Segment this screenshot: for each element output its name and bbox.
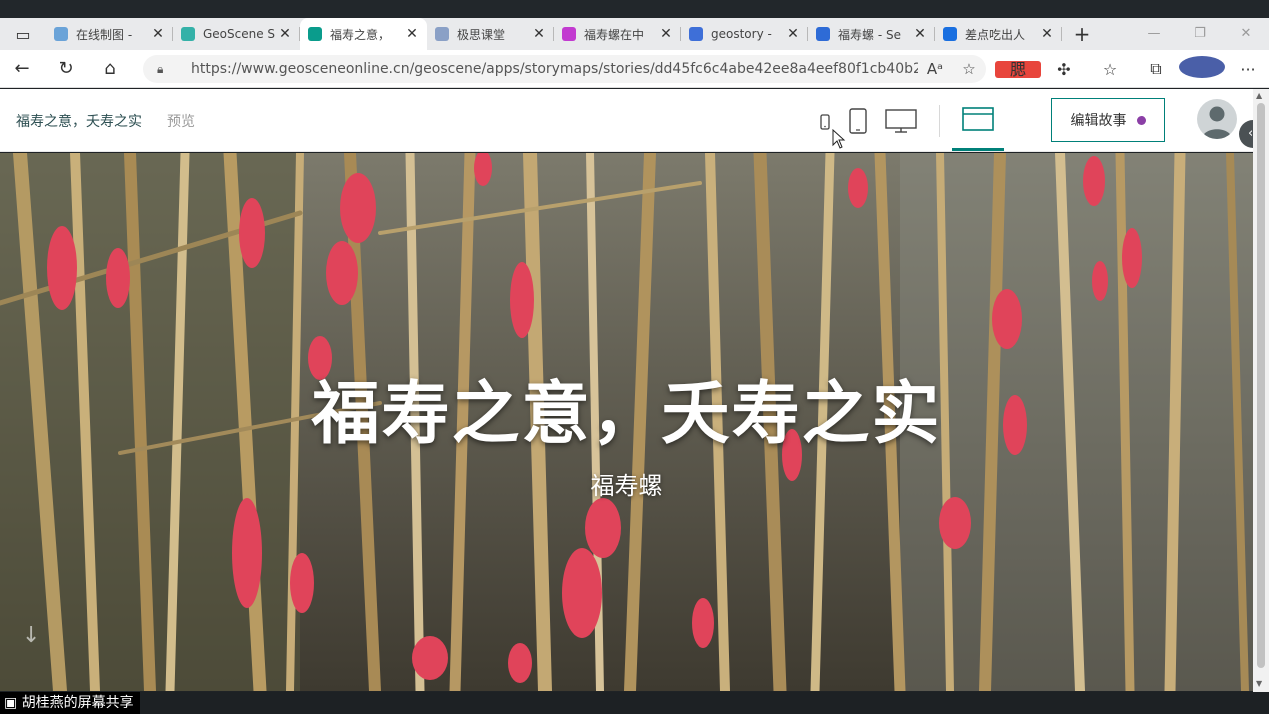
tab-close-icon[interactable]: ✕ — [532, 26, 546, 42]
minimize-icon[interactable]: — — [1131, 18, 1177, 50]
browser-tab-5[interactable]: geostory - ✕ — [681, 18, 808, 50]
tab-favicon-icon — [689, 27, 703, 41]
tab-label: 福寿螺 - Se — [838, 27, 901, 42]
home-icon[interactable]: ⌂ — [88, 50, 132, 88]
tab-label: 福寿螺在中 — [584, 27, 645, 42]
screen-share-text: 胡桂燕的屏幕共享 — [21, 695, 134, 711]
desktop-preview-icon[interactable] — [884, 105, 918, 139]
scroll-down-icon[interactable]: ↓ — [22, 623, 40, 648]
restore-icon[interactable]: ❐ — [1177, 18, 1223, 50]
hero-title: 福寿之意，夭寿之实 — [311, 375, 942, 454]
story-title: 福寿之意，夭寿之实 — [16, 114, 142, 130]
tab-label: GeoScene S — [203, 27, 276, 41]
address-bar[interactable]: 🔒︎ https://www.geosceneonline.cn/geoscen… — [143, 55, 986, 83]
scroll-down-arrow-icon[interactable]: ▼ — [1256, 679, 1262, 688]
add-favorite-icon[interactable]: ☆ — [952, 60, 986, 78]
tab-favicon-icon — [181, 27, 195, 41]
close-window-icon[interactable]: ✕ — [1223, 18, 1269, 50]
mobile-preview-icon[interactable] — [817, 105, 833, 139]
unsaved-indicator — [1136, 115, 1146, 125]
lock-icon[interactable]: 🔒︎ — [157, 62, 177, 77]
tab-close-icon[interactable]: ✕ — [1040, 26, 1054, 42]
browser-tab-strip: ▭ 在线制图 - ✕ GeoScene S ✕ 福寿之意， ✕ 极思课堂 ✕ 福寿螺在中 ✕ ge… — [0, 18, 1269, 50]
url-text[interactable]: https://www.geosceneonline.cn/geoscene/a… — [191, 61, 918, 77]
screen-share-label: ▣ 胡桂燕的屏幕共享 — [0, 692, 140, 714]
tab-favicon-icon — [308, 27, 322, 41]
browser-tab-0[interactable]: 在线制图 - ✕ — [46, 18, 173, 50]
browser-tab-7[interactable]: 差点吃出人 ✕ — [935, 18, 1062, 50]
tab-close-icon[interactable]: ✕ — [151, 26, 165, 42]
tab-close-icon[interactable]: ✕ — [405, 26, 419, 42]
browser-tab-2[interactable]: 福寿之意， ✕ — [300, 18, 427, 50]
tab-label: 差点吃出人 — [965, 27, 1026, 42]
browser-tab-4[interactable]: 福寿螺在中 ✕ — [554, 18, 681, 50]
storymap-header: 福寿之意，夭寿之实 预览 编辑故事 ‹ — [0, 89, 1269, 152]
scroll-up-arrow-icon[interactable]: ▲ — [1256, 91, 1262, 100]
preview-label: 预览 — [167, 114, 195, 130]
tab-favicon-icon — [562, 27, 576, 41]
tab-close-icon[interactable]: ✕ — [278, 26, 292, 42]
tab-label: 极思课堂 — [457, 27, 506, 42]
profile-avatar-icon[interactable] — [1179, 56, 1225, 82]
read-aloud-icon[interactable]: A͏ᵃ — [918, 60, 952, 78]
tab-actions-icon[interactable]: ▭ — [0, 18, 46, 50]
mouse-cursor-icon — [832, 128, 846, 153]
active-view-underline — [952, 148, 1004, 151]
page-scrollbar[interactable]: ▲ ▼ — [1253, 89, 1269, 692]
window-controls: — ❐ ✕ — [1131, 18, 1269, 50]
collections-icon[interactable]: ⧉ — [1133, 59, 1179, 79]
hero-subtitle: 福寿螺 — [590, 472, 663, 500]
hero-cover-image: 福寿之意，夭寿之实 福寿螺 ↓ — [0, 153, 1253, 691]
back-icon[interactable]: ← — [0, 50, 44, 88]
tab-label: geostory - — [711, 27, 772, 41]
browser-tab-1[interactable]: GeoScene S ✕ — [173, 18, 300, 50]
tab-label: 在线制图 - — [76, 27, 133, 42]
tab-favicon-icon — [943, 27, 957, 41]
screen-share-icon: ▣ — [4, 695, 22, 711]
screen-share-bar: ▣ 胡桂燕的屏幕共享 — [0, 692, 1269, 714]
tab-favicon-icon — [435, 27, 449, 41]
header-divider — [939, 105, 940, 137]
os-top-strip — [0, 0, 1269, 18]
edit-story-button[interactable]: 编辑故事 — [1051, 98, 1165, 142]
tablet-preview-icon[interactable] — [848, 105, 868, 139]
refresh-icon[interactable]: ↻ — [44, 50, 88, 88]
favorites-icon[interactable]: ☆ — [1087, 60, 1133, 79]
tab-close-icon[interactable]: ✕ — [659, 26, 673, 42]
extension-icon[interactable]: 腮 — [995, 60, 1041, 79]
full-view-icon[interactable] — [952, 103, 1004, 151]
tab-label: 福寿之意， — [330, 27, 391, 42]
extensions-puzzle-icon[interactable]: ✣ — [1041, 60, 1087, 79]
browser-tab-6[interactable]: 福寿螺 - Se ✕ — [808, 18, 935, 50]
browser-toolbar: ← ↻ ⌂ 🔒︎ https://www.geosceneonline.cn/g… — [0, 50, 1269, 88]
tab-favicon-icon — [816, 27, 830, 41]
new-tab-button[interactable]: + — [1062, 22, 1102, 46]
more-menu-icon[interactable]: ··· — [1225, 60, 1269, 79]
tab-close-icon[interactable]: ✕ — [913, 26, 927, 42]
edit-story-label: 编辑故事 — [1070, 113, 1127, 129]
scrollbar-thumb[interactable] — [1257, 103, 1265, 668]
user-avatar[interactable] — [1197, 99, 1237, 139]
browser-tab-3[interactable]: 极思课堂 ✕ — [427, 18, 554, 50]
tab-close-icon[interactable]: ✕ — [786, 26, 800, 42]
tab-favicon-icon — [54, 27, 68, 41]
